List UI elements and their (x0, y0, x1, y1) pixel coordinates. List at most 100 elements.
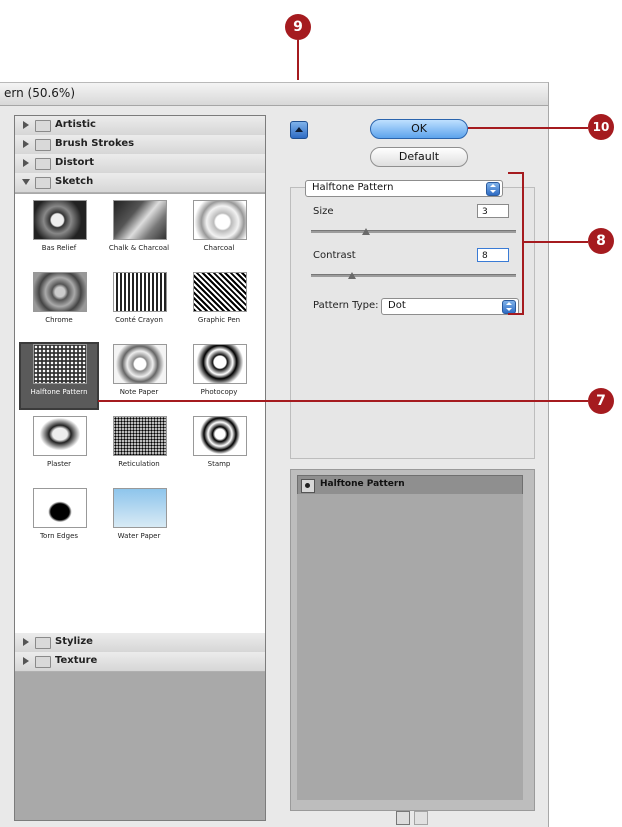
folder-open-icon (35, 177, 51, 189)
size-slider-knob[interactable] (362, 228, 371, 235)
thumbnail-caption: Plaster (46, 460, 72, 468)
thumbnail-caption: Halftone Pattern (30, 388, 88, 396)
callout-8-line (522, 241, 588, 243)
category-label: Distort (55, 157, 95, 168)
filter-thumb-bas-relief[interactable]: Bas Relief (21, 200, 97, 264)
thumbnail-caption: Water Paper (117, 532, 161, 540)
callout-8: 8 (588, 228, 614, 254)
title-bar: ern (50.6%) (0, 83, 548, 106)
thumbnail-image (193, 344, 247, 384)
category-distort[interactable]: Distort (15, 154, 265, 174)
select-arrows-icon (486, 182, 500, 196)
callout-7-line (98, 400, 588, 402)
thumbnail-caption: Reticulation (118, 460, 160, 468)
contrast-slider-track[interactable] (311, 274, 516, 277)
thumbnail-image (33, 416, 87, 456)
filter-thumb-conte-crayon[interactable]: Conté Crayon (101, 272, 177, 336)
disclosure-triangle-icon (23, 121, 29, 129)
category-label: Sketch (55, 176, 94, 187)
filter-thumb-chrome[interactable]: Chrome (21, 272, 97, 336)
default-button[interactable]: Default (370, 147, 468, 167)
category-label: Artistic (55, 119, 96, 130)
disclosure-triangle-open-icon (22, 179, 30, 185)
filter-thumb-torn-edges[interactable]: Torn Edges (21, 488, 97, 552)
category-brush-strokes[interactable]: Brush Strokes (15, 135, 265, 155)
callout-9: 9 (285, 14, 311, 40)
category-stylize[interactable]: Stylize (15, 633, 265, 653)
thumbnail-image (113, 488, 167, 528)
category-sketch[interactable]: Sketch (15, 173, 265, 193)
sketch-thumbnails: Bas Relief Chalk & Charcoal Charcoal Chr… (15, 194, 265, 651)
thumbnail-image (193, 200, 247, 240)
filter-thumb-stamp[interactable]: Stamp (181, 416, 257, 480)
delete-effect-layer-icon[interactable] (414, 811, 428, 825)
thumbnail-caption: Chalk & Charcoal (108, 244, 170, 252)
contrast-field[interactable]: 8 (477, 248, 509, 262)
filter-thumb-photocopy[interactable]: Photocopy (181, 344, 257, 408)
effect-layer-row[interactable]: Halftone Pattern (297, 475, 523, 495)
thumbnail-caption: Torn Edges (39, 532, 79, 540)
ok-button[interactable]: OK (370, 119, 468, 139)
callout-7: 7 (588, 388, 614, 414)
thumbnail-caption: Note Paper (119, 388, 159, 396)
contrast-label: Contrast (313, 250, 356, 261)
select-arrows-icon (502, 300, 516, 314)
pattern-type-label: Pattern Type: (313, 300, 379, 311)
filter-thumb-water-paper[interactable]: Water Paper (101, 488, 177, 552)
thumbnail-image (33, 272, 87, 312)
filter-settings-panel: Halftone Pattern Size 3 Contrast 8 Patte… (290, 180, 535, 459)
thumbnail-caption: Chrome (45, 316, 73, 324)
folder-icon (35, 637, 51, 649)
effect-layer-name: Halftone Pattern (320, 479, 405, 489)
thumbnail-image (113, 200, 167, 240)
category-texture[interactable]: Texture (15, 652, 265, 672)
thumbnail-caption: Bas Relief (41, 244, 77, 252)
layers-empty-area (297, 494, 523, 800)
effect-layers-panel: Halftone Pattern (290, 469, 535, 811)
thumbnail-image (113, 344, 167, 384)
size-slider-track[interactable] (311, 230, 516, 233)
callout-8-bracket-vertical (522, 172, 524, 315)
callout-9-line (297, 40, 299, 80)
thumbnail-image (33, 200, 87, 240)
size-label: Size (313, 206, 334, 217)
folder-icon (35, 656, 51, 668)
thumbnail-image (33, 488, 87, 528)
folder-icon (35, 120, 51, 132)
disclosure-triangle-icon (23, 140, 29, 148)
filter-thumb-reticulation[interactable]: Reticulation (101, 416, 177, 480)
filter-thumb-note-paper[interactable]: Note Paper (101, 344, 177, 408)
thumbnail-image (193, 272, 247, 312)
thumbnail-caption: Graphic Pen (197, 316, 241, 324)
pattern-type-select[interactable]: Dot (381, 298, 519, 315)
thumbnail-image (113, 416, 167, 456)
filter-thumb-charcoal[interactable]: Charcoal (181, 200, 257, 264)
thumbnail-image (193, 416, 247, 456)
eye-visibility-icon[interactable] (301, 479, 315, 493)
filter-thumb-halftone-pattern[interactable]: Halftone Pattern (19, 342, 99, 410)
category-label: Stylize (55, 636, 93, 647)
filter-select-value: Halftone Pattern (312, 182, 394, 193)
category-artistic[interactable]: Artistic (15, 116, 265, 136)
new-effect-layer-icon[interactable] (396, 811, 410, 825)
contrast-slider-knob[interactable] (348, 272, 356, 279)
filter-thumb-chalk-charcoal[interactable]: Chalk & Charcoal (101, 200, 177, 264)
filter-select[interactable]: Halftone Pattern (305, 180, 503, 197)
folder-icon (35, 139, 51, 151)
thumbnail-caption: Charcoal (203, 244, 235, 252)
thumbnail-caption: Conté Crayon (115, 316, 163, 324)
filter-gallery-window: ern (50.6%) Artistic Brush Strokes Disto… (0, 82, 549, 827)
thumbnail-image (33, 344, 87, 384)
size-field[interactable]: 3 (477, 204, 509, 218)
category-label: Brush Strokes (55, 138, 135, 149)
filter-thumb-graphic-pen[interactable]: Graphic Pen (181, 272, 257, 336)
thumbnail-caption: Stamp (207, 460, 231, 468)
window-title: ern (50.6%) (4, 86, 76, 100)
thumbnail-caption: Photocopy (200, 388, 238, 396)
folder-icon (35, 158, 51, 170)
callout-10-line (468, 127, 588, 129)
pattern-type-value: Dot (388, 300, 406, 311)
disclosure-triangle-icon (23, 638, 29, 646)
collapse-browser-button[interactable] (290, 121, 308, 139)
filter-thumb-plaster[interactable]: Plaster (21, 416, 97, 480)
